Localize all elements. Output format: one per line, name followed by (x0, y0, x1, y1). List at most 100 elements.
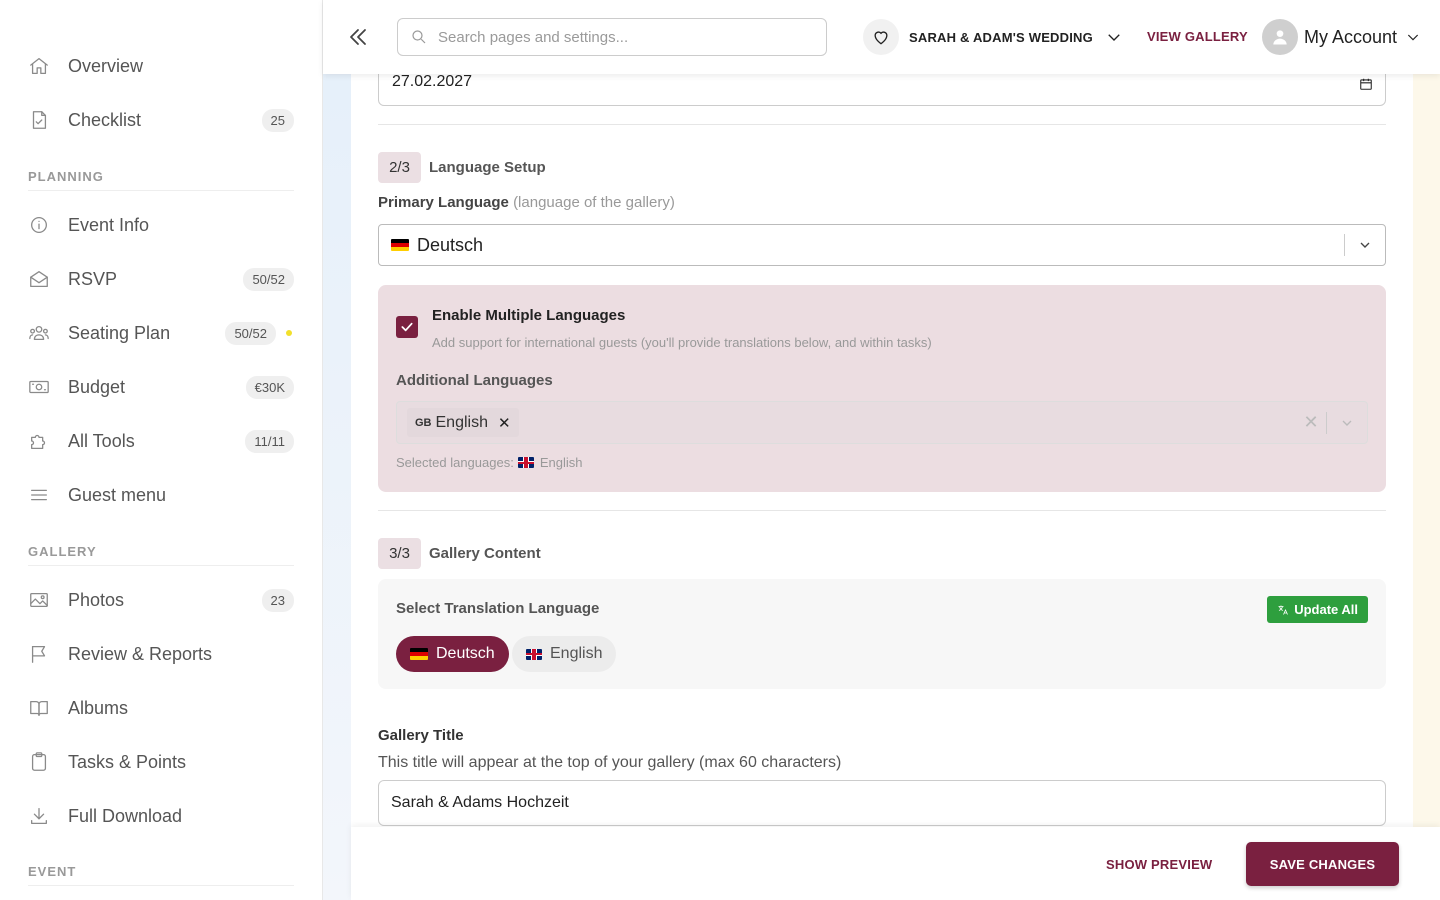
sidebar-item-all-tools[interactable]: All Tools 11/11 (28, 421, 294, 461)
step-title: Gallery Content (429, 545, 541, 562)
top-bar: SARAH & ADAM'S WEDDING VIEW GALLERY My A… (323, 0, 1440, 74)
enable-title: Enable Multiple Languages (432, 307, 626, 324)
sidebar-item-label: Checklist (68, 109, 142, 130)
collapse-sidebar-button[interactable] (345, 22, 371, 52)
user-icon (1273, 30, 1287, 45)
remove-chip-icon[interactable]: ✕ (498, 414, 511, 432)
count-badge: 23 (261, 588, 294, 612)
sidebar-item-label: Albums (68, 697, 129, 718)
flag-icon (28, 643, 58, 665)
chevron-down-icon (1108, 34, 1120, 41)
translation-tab-english[interactable]: English (512, 636, 617, 672)
summary-prefix: Selected languages: (396, 455, 514, 470)
image-icon (28, 589, 58, 611)
search-input[interactable] (438, 28, 818, 46)
count-badge: 50/52 (243, 267, 294, 291)
chevron-down-icon (1345, 237, 1385, 253)
sidebar-item-review-reports[interactable]: Review & Reports (28, 634, 294, 674)
search-box[interactable] (397, 18, 827, 56)
translation-language-panel: Select Translation Language Update All D… (378, 579, 1386, 689)
sidebar-item-seating-plan[interactable]: Seating Plan 50/52 (28, 313, 294, 353)
tab-label: English (550, 645, 603, 662)
wedding-name: SARAH & ADAM'S WEDDING (909, 29, 1093, 45)
primary-language-label: Primary Language (language of the galler… (378, 194, 675, 211)
step-language-setup: 2/3 Language Setup (378, 152, 546, 183)
sidebar-item-event-info[interactable]: Event Info (28, 205, 294, 245)
chevron-down-icon[interactable] (1327, 415, 1367, 431)
sidebar-item-checklist[interactable]: Checklist 25 (28, 100, 294, 140)
date-value: 27.02.2027 (392, 74, 473, 90)
search-icon (412, 30, 426, 44)
gallery-title-help: This title will appear at the top of you… (378, 754, 842, 771)
sidebar-item-label: Seating Plan (68, 322, 171, 343)
count-badge: 11/11 (245, 429, 294, 453)
download-icon (28, 805, 58, 827)
avatar (1262, 19, 1298, 55)
settings-form: 27.02.2027 2/3 Language Setup Primary La… (351, 74, 1413, 900)
sidebar: Overview Checklist 25 PLANNING Event Inf… (0, 0, 323, 900)
section-heading-event: EVENT (28, 864, 294, 886)
view-gallery-link[interactable]: VIEW GALLERY (1147, 29, 1248, 44)
count-badge: €30K (245, 375, 294, 399)
double-chevron-left-icon (350, 29, 366, 45)
step-gallery-content: 3/3 Gallery Content (378, 538, 541, 569)
sidebar-item-albums[interactable]: Albums (28, 688, 294, 728)
divider (378, 124, 1386, 125)
sidebar-item-label: Guest menu (68, 484, 167, 505)
additional-languages-label: Additional Languages (396, 372, 553, 389)
heart-icon (863, 19, 899, 55)
sidebar-item-tasks-points[interactable]: Tasks & Points (28, 742, 294, 782)
sidebar-item-full-download[interactable]: Full Download (28, 796, 294, 836)
puzzle-icon (28, 430, 58, 452)
translation-language-label: Select Translation Language (396, 600, 600, 617)
update-all-button[interactable]: Update All (1267, 596, 1368, 623)
sidebar-item-overview[interactable]: Overview (28, 46, 294, 86)
clipboard-icon (28, 751, 58, 773)
uk-flag-icon (526, 648, 542, 660)
translate-icon (1278, 605, 1289, 615)
account-label: My Account (1304, 26, 1398, 47)
enable-multiple-languages-checkbox[interactable] (396, 316, 418, 338)
background-panel (1413, 74, 1440, 900)
sidebar-item-photos[interactable]: Photos 23 (28, 580, 294, 620)
sidebar-item-guest-menu[interactable]: Guest menu (28, 475, 294, 515)
money-icon (28, 376, 58, 398)
count-badge: 25 (261, 108, 294, 132)
action-footer: SHOW PREVIEW SAVE CHANGES (351, 827, 1440, 900)
sidebar-item-label: RSVP (68, 268, 118, 289)
wedding-selector[interactable]: SARAH & ADAM'S WEDDING (863, 19, 1123, 55)
show-preview-button[interactable]: SHOW PREVIEW (1106, 857, 1212, 872)
book-open-icon (28, 697, 58, 719)
count-badge: 50/52 (225, 321, 276, 345)
save-changes-button[interactable]: SAVE CHANGES (1246, 842, 1399, 886)
enable-description: Add support for international guests (yo… (432, 335, 932, 350)
sidebar-item-budget[interactable]: Budget €30K (28, 367, 294, 407)
primary-language-select[interactable]: Deutsch (378, 224, 1386, 266)
date-field[interactable]: 27.02.2027 (378, 74, 1386, 106)
clear-icon[interactable]: ✕ (1296, 412, 1326, 433)
account-menu[interactable]: My Account (1262, 18, 1421, 56)
gallery-title-input[interactable] (378, 780, 1386, 826)
people-icon (28, 322, 58, 344)
summary-value: English (539, 455, 583, 470)
german-flag-icon (410, 648, 428, 660)
sidebar-item-label: All Tools (68, 430, 135, 451)
home-icon (28, 55, 58, 77)
translation-tab-deutsch[interactable]: Deutsch (396, 636, 509, 672)
calendar-icon[interactable] (1359, 77, 1373, 91)
additional-languages-select[interactable]: GB English ✕ ✕ (396, 401, 1368, 444)
sidebar-item-label: Budget (68, 376, 126, 397)
tab-label: Deutsch (436, 645, 495, 662)
selected-language: Deutsch (417, 234, 484, 255)
sidebar-item-label: Tasks & Points (68, 751, 187, 772)
sidebar-item-label: Full Download (68, 805, 183, 826)
divider (378, 510, 1386, 511)
checklist-icon (28, 109, 58, 131)
multiple-languages-panel: Enable Multiple Languages Add support fo… (378, 285, 1386, 492)
step-number: 3/3 (378, 538, 421, 569)
info-icon (28, 214, 58, 236)
step-title: Language Setup (429, 159, 546, 176)
sidebar-item-label: Photos (68, 589, 125, 610)
uk-flag-icon (517, 457, 534, 468)
sidebar-item-rsvp[interactable]: RSVP 50/52 (28, 259, 294, 299)
